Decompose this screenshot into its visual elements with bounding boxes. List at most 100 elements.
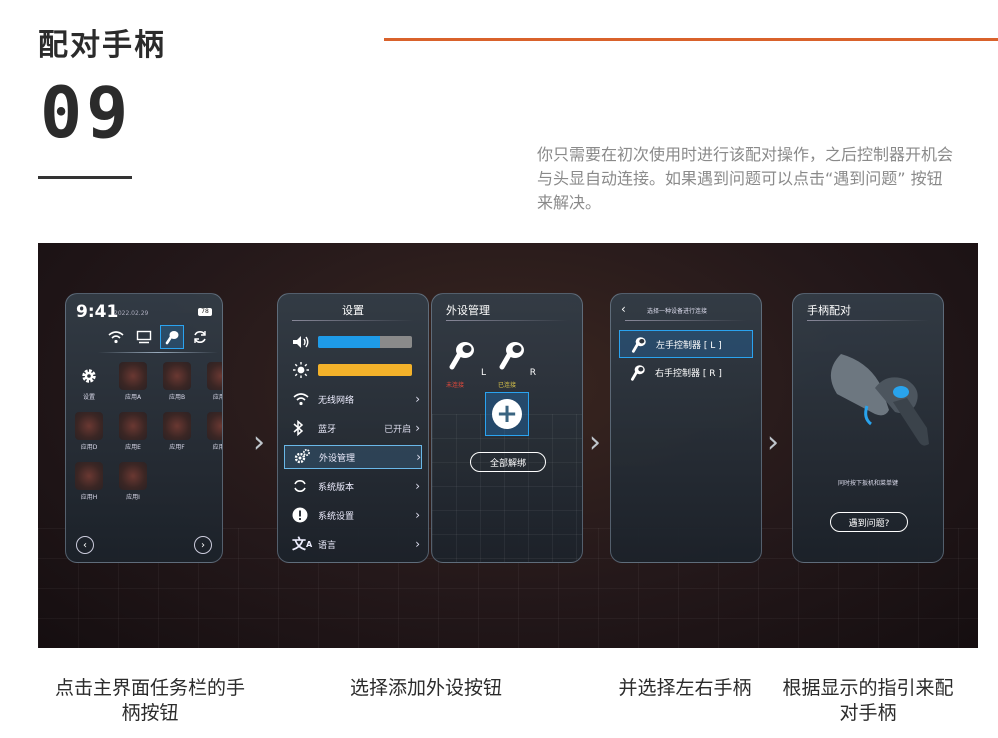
app-tile[interactable]: 应用F xyxy=(160,412,194,451)
app-tile[interactable]: 应用C xyxy=(204,362,222,401)
caption-step-2: 选择添加外设按钮 xyxy=(349,677,502,699)
app-tile[interactable]: 应用G xyxy=(204,412,222,451)
volume-slider[interactable] xyxy=(318,336,412,348)
date: 2022.02.29 xyxy=(114,310,149,317)
step-arrow-icon: › xyxy=(589,425,601,460)
settings-item-label: 系统设置 xyxy=(318,511,355,522)
volume-row[interactable] xyxy=(292,330,420,354)
settings-item-peripherals[interactable]: 外设管理 › xyxy=(284,445,422,469)
settings-item-label: 外设管理 xyxy=(319,453,356,464)
clock: 9:41 xyxy=(76,302,119,322)
wifi-icon xyxy=(292,392,318,406)
app-settings[interactable]: 设置 xyxy=(72,362,106,401)
bluetooth-icon xyxy=(292,420,318,436)
app-label: 应用C xyxy=(212,394,222,401)
back-arrow-icon[interactable]: ‹ xyxy=(621,302,626,316)
step-arrow-icon: › xyxy=(253,425,265,460)
monitor-icon[interactable] xyxy=(132,325,156,349)
settings-item-version[interactable]: 系统版本 › xyxy=(292,474,420,498)
app-label: 应用H xyxy=(80,494,98,501)
taskbar-underline xyxy=(98,352,218,353)
illustration-stage: 9:41 2022.02.29 78 设置 应用A 应用B 应 应用D 应用E … xyxy=(38,243,978,648)
taskbar xyxy=(104,324,214,350)
home-screen: 9:41 2022.02.29 78 设置 应用A 应用B 应 应用D 应用E … xyxy=(65,293,223,563)
add-peripheral-button[interactable]: + xyxy=(485,392,529,436)
speaker-icon xyxy=(292,335,318,349)
plus-icon: + xyxy=(492,399,522,429)
gear-icon xyxy=(75,362,103,390)
settings-title: 设置 xyxy=(342,304,364,317)
peripherals-screen: 外设管理 L R 未连接 已连接 + 全部解绑 xyxy=(431,293,583,563)
app-grid: 设置 应用A 应用B 应用C 应用D 应用E 应用F 应用G 应用H 应用I xyxy=(72,362,222,501)
option-label: 右手控制器 [ R ] xyxy=(655,368,722,379)
brightness-row[interactable] xyxy=(292,358,420,382)
controller-icon[interactable] xyxy=(160,325,184,349)
caption-step-4: 根据显示的指引来配对手柄 xyxy=(782,677,954,724)
settings-item-system[interactable]: 系统设置 › xyxy=(292,503,420,527)
settings-item-label: 系统版本 xyxy=(318,482,355,493)
app-label: 应用I xyxy=(126,494,140,501)
pairing-title: 手柄配对 xyxy=(807,304,851,317)
pairing-screen: 手柄配对 同时按下扳机和菜单键 遇到问题? xyxy=(792,293,944,563)
intro-text: 你只需要在初次使用时进行该配对操作，之后控制器开机会与头显自动连接。如果遇到问题… xyxy=(537,145,954,212)
left-side-label: L xyxy=(480,368,486,378)
controller-icon xyxy=(499,342,524,370)
controller-illustration-icon xyxy=(830,354,929,446)
battery-icon: 78 xyxy=(198,308,212,316)
settings-item-bluetooth[interactable]: 蓝牙 已开启 › xyxy=(292,416,420,440)
dark-divider xyxy=(38,176,132,179)
app-tile[interactable]: 应用E xyxy=(116,412,150,451)
sun-icon xyxy=(292,361,318,379)
app-label: 设置 xyxy=(82,394,95,401)
help-button[interactable]: 遇到问题? xyxy=(830,512,908,532)
peripherals-title: 外设管理 xyxy=(446,304,490,317)
step-arrow-icon: › xyxy=(767,425,779,460)
page-title: 配对手柄 xyxy=(38,28,166,63)
app-label: 应用E xyxy=(125,444,141,451)
brightness-slider[interactable] xyxy=(318,364,412,376)
step-number: 09 xyxy=(40,72,133,154)
chevron-right-icon: › xyxy=(415,537,420,551)
settings-item-label: 无线网络 xyxy=(318,395,355,406)
option-left-controller[interactable]: 左手控制器 [ L ] xyxy=(619,330,753,358)
app-label: 应用F xyxy=(169,444,185,451)
settings-item-label: 蓝牙 xyxy=(318,424,337,435)
orange-divider xyxy=(384,38,998,41)
app-label: 应用B xyxy=(168,394,186,401)
sync-icon xyxy=(292,478,318,494)
left-status: 未连接 xyxy=(446,382,465,389)
pairing-hint: 同时按下扳机和菜单键 xyxy=(837,480,898,487)
chevron-left-icon[interactable]: ‹ xyxy=(76,536,94,554)
right-side-label: R xyxy=(529,368,536,378)
chevron-right-icon: › xyxy=(415,479,420,493)
choose-device-title: 选择一种设备进行连接 xyxy=(647,308,708,315)
app-tile[interactable]: 应用A xyxy=(116,362,150,401)
chevron-right-icon: › xyxy=(415,508,420,522)
wifi-icon[interactable] xyxy=(104,325,128,349)
app-tile[interactable]: 应用I xyxy=(116,462,150,501)
app-tile[interactable]: 应用D xyxy=(72,412,106,451)
option-right-controller[interactable]: 右手控制器 [ R ] xyxy=(619,358,753,386)
chevron-right-icon: › xyxy=(415,392,420,406)
caption-step-3: 并选择左右手柄 xyxy=(618,677,752,699)
controller-icon xyxy=(449,342,474,370)
app-label: 应用A xyxy=(124,394,142,401)
settings-item-wifi[interactable]: 无线网络 › xyxy=(292,387,420,411)
app-tile[interactable]: 应用H xyxy=(72,462,106,501)
right-controller[interactable]: R xyxy=(496,338,536,378)
caption-step-1: 点击主界面任务栏的手柄按钮 xyxy=(54,677,245,724)
left-controller[interactable]: L xyxy=(446,338,486,378)
unbind-all-button[interactable]: 全部解绑 xyxy=(470,452,546,472)
settings-item-language[interactable]: 文A 语言 › xyxy=(292,532,420,556)
settings-screen: 设置 无线网络 › 蓝牙 已开启 › 外设管理 › 系统版本 › 系统设置 › … xyxy=(277,293,429,563)
controller-icon xyxy=(630,365,645,381)
app-label: 应用D xyxy=(80,444,98,451)
translate-icon: 文A xyxy=(292,537,313,553)
chevron-right-icon[interactable]: › xyxy=(194,536,212,554)
app-tile[interactable]: 应用B xyxy=(160,362,194,401)
app-label: 应用G xyxy=(212,444,222,451)
gears-icon xyxy=(293,448,319,466)
option-label: 左手控制器 [ L ] xyxy=(656,340,722,351)
sync-icon[interactable] xyxy=(188,325,212,349)
right-status: 已连接 xyxy=(498,382,517,389)
